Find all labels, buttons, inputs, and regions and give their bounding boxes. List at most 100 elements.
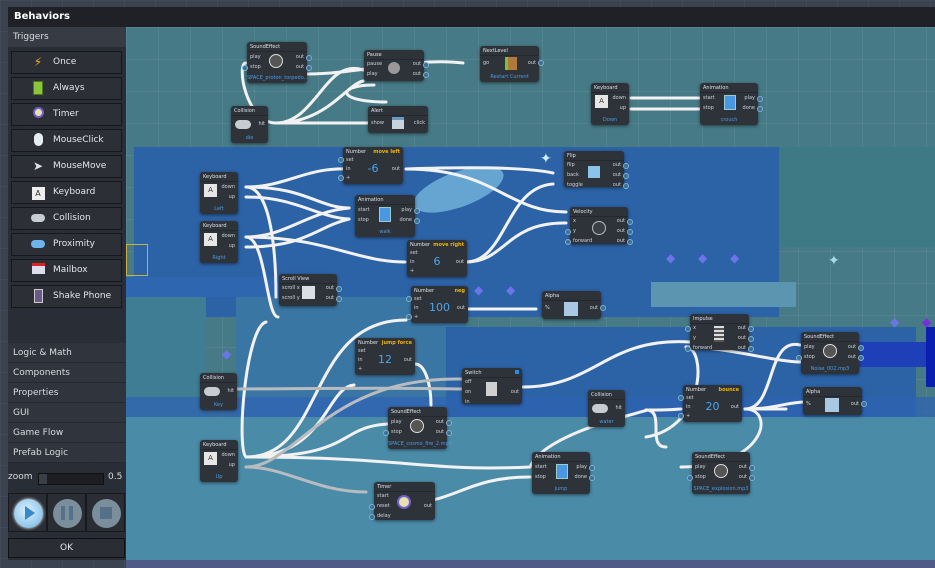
trigger-mousemove[interactable]: ➤ MouseMove [11,155,122,178]
node-animation[interactable]: Animation start stop play done jump [532,452,595,494]
node-soundeffect[interactable]: SoundEffect play stop out out SPACE_expl… [687,452,755,494]
node-switch[interactable]: Switch off on in out [462,368,522,405]
node-keyboard[interactable]: Keyboard A down up Up [200,440,238,482]
node-animation[interactable]: Animation start stop play done crouch [700,83,763,125]
port-out[interactable] [336,286,342,292]
node-velocity[interactable]: Velocity x y forward out out out [565,207,633,245]
port-out[interactable] [336,296,342,302]
node-number[interactable]: Number neg set in + 100 out [406,286,468,323]
trigger-mailbox[interactable]: Mailbox [11,259,122,282]
port-out[interactable] [627,219,633,225]
trigger-always[interactable]: Always [11,77,122,100]
port-out[interactable] [423,62,429,68]
port-in[interactable] [338,175,344,181]
category-properties[interactable]: Properties [8,383,126,403]
port-in[interactable] [338,157,344,163]
port-out[interactable] [589,475,595,481]
zoom-slider[interactable] [38,473,104,485]
port-out[interactable] [306,55,312,61]
port-out[interactable] [446,430,452,436]
trigger-timer[interactable]: Timer [11,103,122,126]
node-flip[interactable]: Flip flip back toggle out out out [564,151,629,189]
port-in[interactable] [678,413,684,419]
trigger-proximity[interactable]: Proximity [11,233,122,256]
node-alpha[interactable]: Alpha % out [803,387,867,415]
node-impulse[interactable]: Impulse x y forward out out out [685,314,754,352]
behavior-canvas[interactable]: ◆ ◆ ◆ ◆ ◆ ◆ ◆ ◆ ✦ ✦ SoundEffect play sto… [126,27,935,560]
node-collision[interactable]: Collision hit Key [200,373,237,410]
port-out[interactable] [623,183,629,189]
node-soundeffect[interactable]: SoundEffect play stop out out Noise_002.… [796,332,864,374]
node-number[interactable]: Number jump force set in + 12 out [355,338,415,375]
port-in[interactable] [383,430,389,436]
zoom-slider-thumb[interactable] [39,474,47,484]
node-collision[interactable]: Collision hit water [588,390,625,427]
trigger-collision[interactable]: Collision [11,207,122,230]
port-out[interactable] [858,355,864,361]
node-nextlevel[interactable]: NextLevel go out Restart Current [480,46,544,82]
node-number[interactable]: Number bounce set in + 20 out [678,385,742,422]
port-out[interactable] [748,346,754,352]
triggers-section-header[interactable]: Triggers [8,27,126,47]
play-button[interactable] [8,493,47,532]
node-soundeffect[interactable]: SoundEffect play stop out out SPACE_cosm… [383,407,452,449]
category-prefab-logic[interactable]: Prefab Logic [8,443,126,463]
port-out[interactable] [306,65,312,71]
trigger-once[interactable]: ⚡ Once [11,51,122,74]
node-animation[interactable]: Animation start stop play done walk [355,195,420,237]
node-keyboard[interactable]: Keyboard A down up Right [200,221,238,263]
stop-button[interactable] [86,493,125,532]
port-in[interactable] [678,395,684,401]
port-in[interactable] [406,296,412,302]
port-out[interactable] [423,72,429,78]
port-in[interactable] [685,326,691,332]
port-in[interactable] [406,314,412,320]
port-out[interactable] [749,475,755,481]
node-alpha[interactable]: Alpha % out [542,291,606,319]
port-out[interactable] [623,173,629,179]
node-keyboard[interactable]: Keyboard A down up Left [200,172,238,214]
port-out[interactable] [748,336,754,342]
node-alert[interactable]: Alert show click [368,106,428,133]
port-in[interactable] [565,239,571,245]
port-in[interactable] [685,346,691,352]
port-in[interactable] [369,504,375,510]
port-out[interactable] [748,326,754,332]
port-out[interactable] [627,239,633,245]
port-out[interactable] [757,106,763,112]
category-logic-math[interactable]: Logic & Math [8,343,126,363]
port-out[interactable] [538,60,544,66]
category-game-flow[interactable]: Game Flow [8,423,126,443]
port-out[interactable] [414,218,420,224]
port-out[interactable] [446,420,452,426]
port-out[interactable] [623,163,629,169]
port-out[interactable] [861,401,867,407]
port-in[interactable] [687,475,693,481]
node-keyboard[interactable]: Keyboard A down up Down [591,83,629,125]
port-in[interactable] [565,229,571,235]
ok-button[interactable]: OK [8,538,125,558]
port-in[interactable] [242,65,248,71]
port-out[interactable] [757,96,763,102]
node-scrollview[interactable]: Scroll View scroll x scroll y out out [279,274,342,306]
node-number[interactable]: Number move left set in + -6 out [338,147,403,184]
port-in[interactable] [796,355,802,361]
trigger-mouseclick[interactable]: MouseClick [11,129,122,152]
node-number[interactable]: Number move right set in + 6 out [407,240,467,277]
port-out[interactable] [600,305,606,311]
category-gui[interactable]: GUI [8,403,126,423]
node-soundeffect[interactable]: SoundEffect play stop out out SPACE_prot… [242,42,312,83]
category-components[interactable]: Components [8,363,126,383]
trigger-shake-phone[interactable]: Shake Phone [11,285,122,308]
port-in[interactable] [369,514,375,520]
trigger-keyboard[interactable]: A Keyboard [11,181,122,204]
port-out[interactable] [627,229,633,235]
port-out[interactable] [858,345,864,351]
node-pause[interactable]: Pause pause play out out [364,50,429,81]
pause-button[interactable] [47,493,86,532]
port-out[interactable] [749,465,755,471]
port-out[interactable] [589,465,595,471]
port-out[interactable] [414,208,420,214]
node-collision[interactable]: Collision hit die [231,106,268,143]
node-timer[interactable]: Timer start reset delay out [369,482,435,520]
